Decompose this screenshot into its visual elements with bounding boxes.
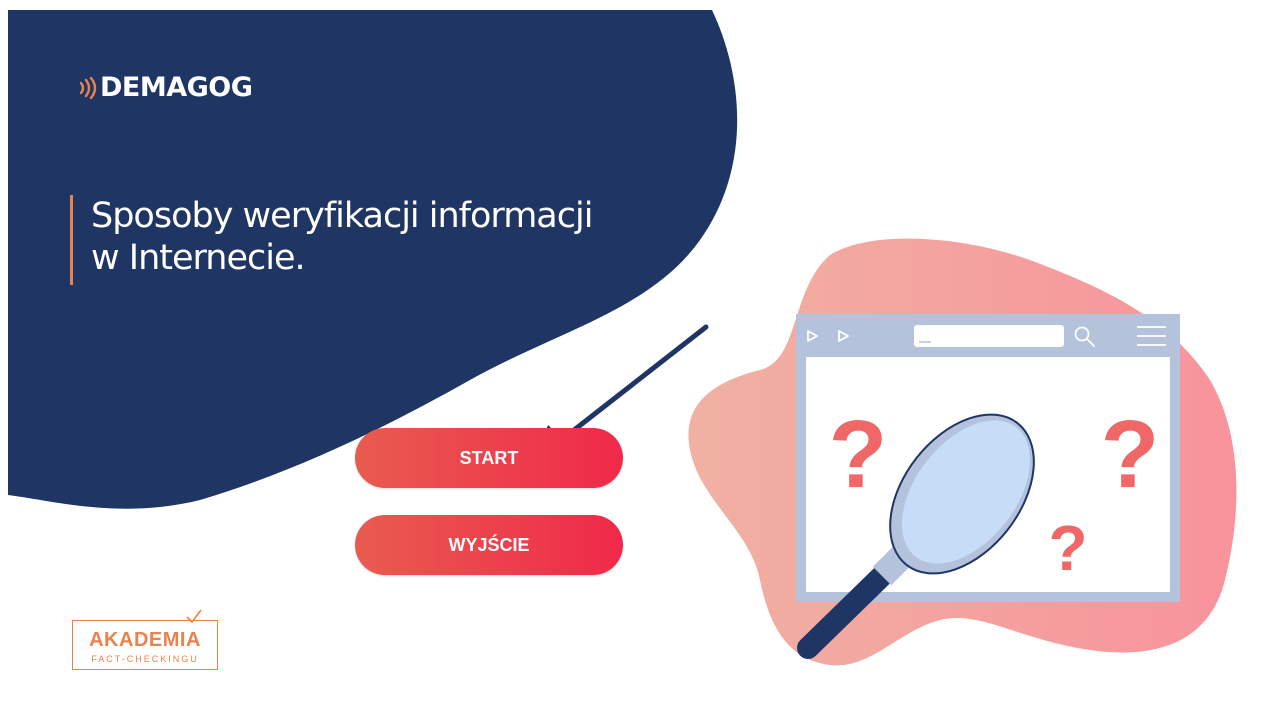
start-button[interactable]: START (355, 428, 623, 488)
exit-button[interactable]: WYJŚCIE (355, 515, 623, 575)
question-mark-icon: ? (829, 401, 888, 508)
badge-subtitle: FACT-CHECKINGU (91, 654, 199, 664)
address-bar (914, 325, 1064, 347)
question-mark-icon: ? (1048, 512, 1087, 584)
splash-screen: DEMAGOG Sposoby weryfikacji informacji w… (0, 0, 1284, 722)
checkmark-icon (186, 609, 202, 624)
badge-title: AKADEMIA (89, 629, 201, 651)
akademia-fact-checkingu-logo: AKADEMIA FACT-CHECKINGU (72, 609, 218, 670)
question-mark-icon: ? (1101, 401, 1160, 508)
